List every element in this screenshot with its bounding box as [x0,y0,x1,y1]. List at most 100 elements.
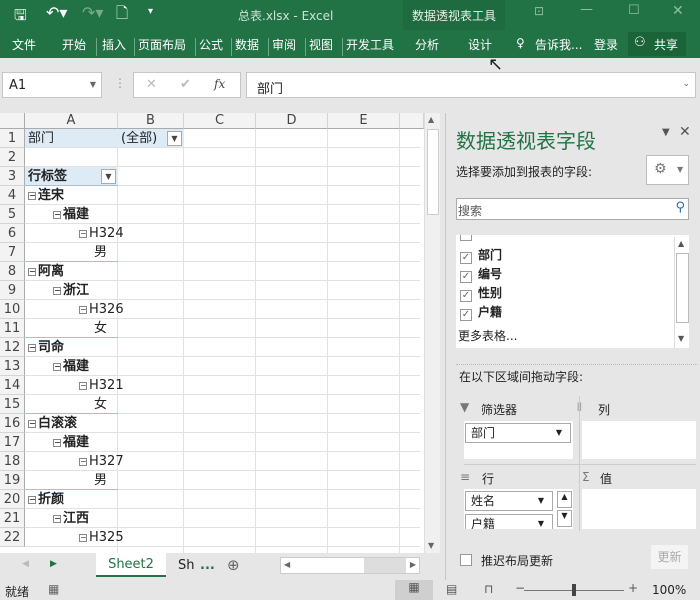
tab-5[interactable]: 数据 [235,36,259,53]
row-item[interactable]: 户籍 ▼ [465,514,553,529]
add-sheet-icon[interactable]: ⊕ [227,556,240,574]
row-header[interactable]: 8 [0,262,25,281]
more-tables-link[interactable]: 更多表格... [458,327,517,344]
field-checkbox[interactable]: ✓ [460,290,472,302]
expand-formula-icon[interactable]: ⌄ [682,79,690,89]
row-header[interactable]: 19 [0,471,25,490]
cell-a[interactable]: − H325 [79,528,124,547]
close-pane-icon[interactable]: ✕ [679,124,691,140]
row-header[interactable]: 14 [0,376,25,395]
filter-area[interactable]: 部门 ▼ [464,421,573,459]
field-list-scrollbar[interactable]: ▲ ▼ [674,237,689,348]
column-header-partial[interactable] [400,113,424,129]
enter-check-icon[interactable]: ✔ [180,77,191,92]
share-button[interactable]: ⚇ 共享 [628,32,686,56]
prev-sheet-icon[interactable]: ◀ [22,559,29,569]
tab-4[interactable]: 公式 [199,36,223,53]
field-checkbox[interactable]: ✓ [460,271,472,283]
tab-2[interactable]: 插入 [102,36,126,53]
tab-sheet-other[interactable]: Sh [178,558,195,573]
tab-7[interactable]: 视图 [309,36,333,53]
cell-a[interactable]: 女 [25,319,107,338]
next-sheet-icon[interactable]: ▶ [50,559,57,569]
minimize-icon[interactable]: — [580,2,593,17]
tab-10[interactable]: 设计 [468,36,492,53]
columns-area[interactable] [582,421,696,459]
scroll-up-icon[interactable]: ▲ [428,115,434,124]
cell-a[interactable]: − 福建 [53,357,89,376]
cell-a[interactable]: − 福建 [53,433,89,452]
row-header[interactable]: 13 [0,357,25,376]
cell-a[interactable]: 男 [25,471,107,490]
filter-dropdown-icon[interactable]: ▼ [167,131,182,146]
zoom-slider-thumb[interactable] [572,584,576,596]
ribbon-display-icon[interactable]: ⊡ [534,4,544,18]
field-item[interactable]: ✓ 性别 [460,284,502,302]
row-header[interactable]: 5 [0,205,25,224]
horizontal-scrollbar[interactable]: ◀ ▶ [280,557,420,574]
cell-a[interactable]: − H324 [79,224,124,243]
page-break-view-icon[interactable]: ⊓ [484,582,493,596]
scroll-up-icon[interactable]: ▲ [678,239,684,248]
row-labels-dropdown-icon[interactable]: ▼ [101,169,116,184]
field-item[interactable]: ✓ 户籍 [460,303,502,321]
row-header[interactable]: 12 [0,338,25,357]
splitter-dots[interactable]: ⋮ [114,76,126,90]
collapse-icon[interactable]: − [53,211,61,219]
tab-6[interactable]: 审阅 [272,36,296,53]
close-icon[interactable]: ✕ [672,3,684,19]
field-checkbox[interactable]: ✓ [460,252,472,264]
name-box[interactable]: A1 ▼ [2,72,102,98]
row-header[interactable]: 4 [0,186,25,205]
tab-9[interactable]: 分析 [415,36,439,53]
login-link[interactable]: 登录 [594,36,618,53]
collapse-icon[interactable]: − [79,382,87,390]
scroll-up-icon[interactable]: ▲ [557,491,572,508]
row-header[interactable]: 17 [0,433,25,452]
cell-a[interactable]: − 司命 [28,338,64,357]
insert-function-icon[interactable]: fx [214,77,225,91]
row-header[interactable]: 2 [0,148,25,167]
field-item[interactable]: ✓ 部门 [460,246,502,264]
zoom-level[interactable]: 100% [652,583,686,597]
vertical-scrollbar[interactable]: ▲ ▼ [424,113,440,553]
tab-3[interactable]: 页面布局 [138,36,186,53]
tools-button[interactable]: ⚙ ▼ [646,155,689,185]
tab-1[interactable]: 开始 [62,36,86,53]
collapse-icon[interactable]: − [28,496,36,504]
more-sheets[interactable]: ... [200,558,215,573]
rows-area[interactable]: 姓名 ▼ 户籍 ▼ ▲ ▼ [464,489,573,529]
row-header[interactable]: 11 [0,319,25,338]
row-item[interactable]: 姓名 ▼ [465,491,553,511]
scroll-down-icon[interactable]: ▼ [428,541,434,550]
pane-options-icon[interactable]: ▼ [662,127,670,138]
cell-a[interactable]: − 江西 [53,509,89,528]
maximize-icon[interactable]: ☐ [628,3,640,18]
cell-a[interactable]: − 福建 [53,205,89,224]
cell-a[interactable]: − 阿离 [28,262,64,281]
select-all-corner[interactable] [0,113,25,129]
collapse-icon[interactable]: − [53,515,61,523]
scroll-thumb[interactable] [427,129,439,215]
customize-qat-icon[interactable]: ▾ [148,6,153,17]
collapse-icon[interactable]: − [79,534,87,542]
collapse-icon[interactable]: − [28,192,36,200]
page-layout-view-icon[interactable]: ▤ [446,582,457,596]
cell-a[interactable]: − H321 [79,376,124,395]
field-checkbox-hidden[interactable] [460,235,472,241]
scroll-left-icon[interactable]: ◀ [284,560,290,569]
collapse-icon[interactable]: − [79,306,87,314]
column-header-E[interactable]: E [328,113,400,129]
cell-a[interactable]: − H326 [79,300,124,319]
collapse-icon[interactable]: − [53,439,61,447]
collapse-icon[interactable]: − [28,268,36,276]
row-header[interactable]: 3 [0,167,25,186]
collapse-icon[interactable]: − [79,230,87,238]
collapse-icon[interactable]: − [53,287,61,295]
cell-a[interactable]: − 白滚滚 [28,414,77,433]
cell-a[interactable]: 行标签 [28,167,67,186]
cell-a[interactable]: − H327 [79,452,124,471]
cell-a[interactable]: − 连宋 [28,186,64,205]
save-icon[interactable]: 🖫 [14,5,27,30]
zoom-in-button[interactable]: + [628,581,638,595]
